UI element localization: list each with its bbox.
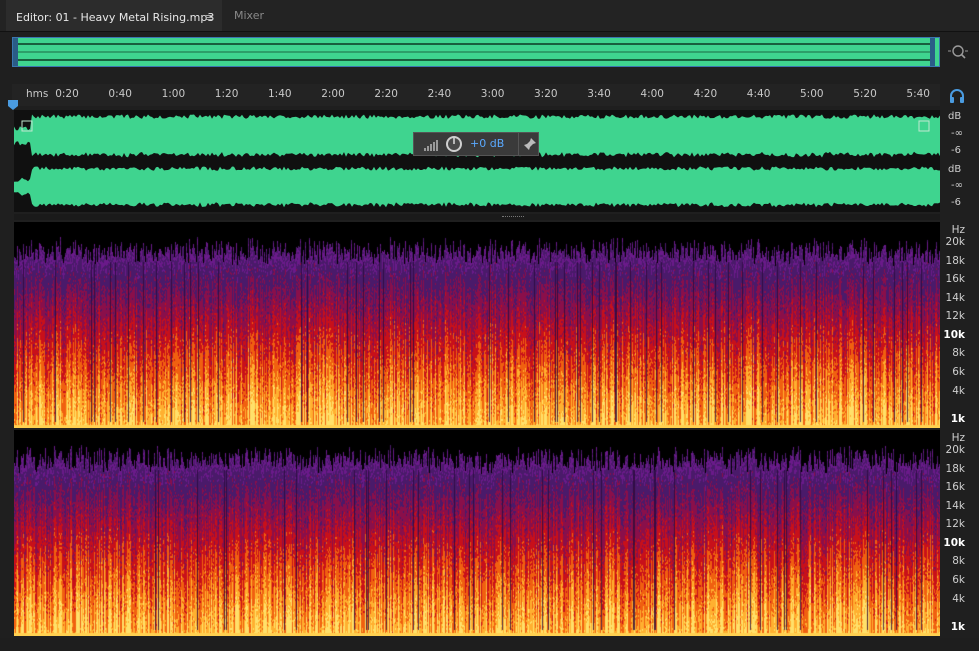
ruler-tick-label: 1:00 xyxy=(161,88,186,100)
hud-gain-value[interactable]: +0 dB xyxy=(470,137,504,150)
spectral-freq-label: 18k xyxy=(945,463,965,475)
spectral-freq-label: 4k xyxy=(952,385,965,397)
tab-editor-label: Editor: 01 - Heavy Metal Rising.mp3 xyxy=(16,11,215,24)
overview-left-handle[interactable] xyxy=(13,38,18,66)
ruler-tick-label: 1:40 xyxy=(268,88,292,100)
spectral-freq-label: 20k xyxy=(945,236,965,248)
ruler-tick-label: 2:40 xyxy=(427,88,452,100)
time-ruler[interactable]: hms 0:20 0:40 1:00 1:20 1:40 2:00 2:20 2:40 3:00… xyxy=(12,84,940,106)
ruler-tick-label: 0:20 xyxy=(55,88,79,100)
zoom-icon[interactable] xyxy=(946,42,970,62)
spectral-display-right[interactable] xyxy=(14,430,940,636)
spectral-freq-label: 14k xyxy=(945,500,965,512)
waveform-right-trace xyxy=(14,166,940,208)
ruler-unit: hms xyxy=(26,88,49,100)
tab-menu-icon[interactable]: ≡ xyxy=(205,2,214,33)
pin-icon[interactable] xyxy=(523,137,537,151)
ruler-tick-label: 4:20 xyxy=(693,88,718,100)
spectral-freq-label: 10k xyxy=(943,329,965,341)
tab-mixer[interactable]: Mixer xyxy=(222,0,288,31)
ruler-tick-label: 4:40 xyxy=(746,88,771,100)
spectral-freq-label: 14k xyxy=(945,292,965,304)
spectral-freq-label: 16k xyxy=(945,273,965,285)
spectrogram-canvas xyxy=(14,222,940,428)
level-meter-icon xyxy=(424,140,438,151)
spectral-freq-label: 8k xyxy=(952,347,965,359)
bottom-toolbar xyxy=(0,638,979,651)
spectral-display-left[interactable] xyxy=(14,222,940,428)
waveform-overview[interactable] xyxy=(12,37,940,67)
spectral-freq-label: 10k xyxy=(943,537,965,549)
spectral-freq-label: 18k xyxy=(945,255,965,267)
playhead-icon[interactable] xyxy=(8,95,18,110)
spectral-freq-label: 20k xyxy=(945,444,965,456)
spectral-freq-label: 16k xyxy=(945,481,965,493)
spectral-freq-label: 6k xyxy=(952,366,965,378)
document-tab-bar: Editor: 01 - Heavy Metal Rising.mp3 ≡ Mi… xyxy=(0,0,979,32)
overview-right-handle[interactable] xyxy=(930,38,935,66)
ruler-tick-label: 5:40 xyxy=(906,88,930,100)
ruler-tick-label: 1:20 xyxy=(214,88,239,100)
tab-editor[interactable]: Editor: 01 - Heavy Metal Rising.mp3 ≡ xyxy=(6,0,222,31)
waveform-channel-right[interactable] xyxy=(14,162,940,212)
channel2-db-unit: dB xyxy=(948,164,962,175)
ruler-tick-label: 4:00 xyxy=(640,88,664,100)
ruler-tick-label: 5:20 xyxy=(853,88,877,100)
channel2-db-bottom: -6 xyxy=(951,197,961,208)
ruler-tick-label: 2:20 xyxy=(374,88,398,100)
spectral-unit-label: Hz xyxy=(951,224,965,236)
spectral-freq-label: 4k xyxy=(952,593,965,605)
channel1-db-unit: dB xyxy=(948,111,962,122)
amplitude-hud[interactable]: +0 dB xyxy=(413,132,539,156)
spectral-unit-label: Hz xyxy=(951,432,965,444)
spectral-freq-label: 12k xyxy=(945,310,965,322)
channel2-db-top: -∞ xyxy=(951,180,963,191)
spectral-freq-label: 6k xyxy=(952,574,965,586)
channel1-db-top: -∞ xyxy=(951,128,963,139)
volume-knob-icon[interactable] xyxy=(446,136,462,152)
ruler-tick-label: 0:40 xyxy=(108,88,132,100)
ruler-tick-label: 3:40 xyxy=(587,88,611,100)
spectral-freq-label: 12k xyxy=(945,518,965,530)
ruler-tick-label: 2:00 xyxy=(321,88,345,100)
channel1-db-bottom: -6 xyxy=(951,145,961,156)
spectrogram-canvas xyxy=(14,430,940,636)
ruler-tick-label: 5:00 xyxy=(800,88,824,100)
headphones-icon[interactable] xyxy=(948,88,966,104)
panel-divider[interactable] xyxy=(14,214,940,220)
ruler-tick-label: 3:20 xyxy=(534,88,558,100)
spectral-freq-label: 1k xyxy=(950,413,965,425)
spectral-freq-label: 8k xyxy=(952,555,965,567)
ruler-tick-label: 3:00 xyxy=(480,88,505,100)
spectral-freq-label: 1k xyxy=(950,621,965,633)
